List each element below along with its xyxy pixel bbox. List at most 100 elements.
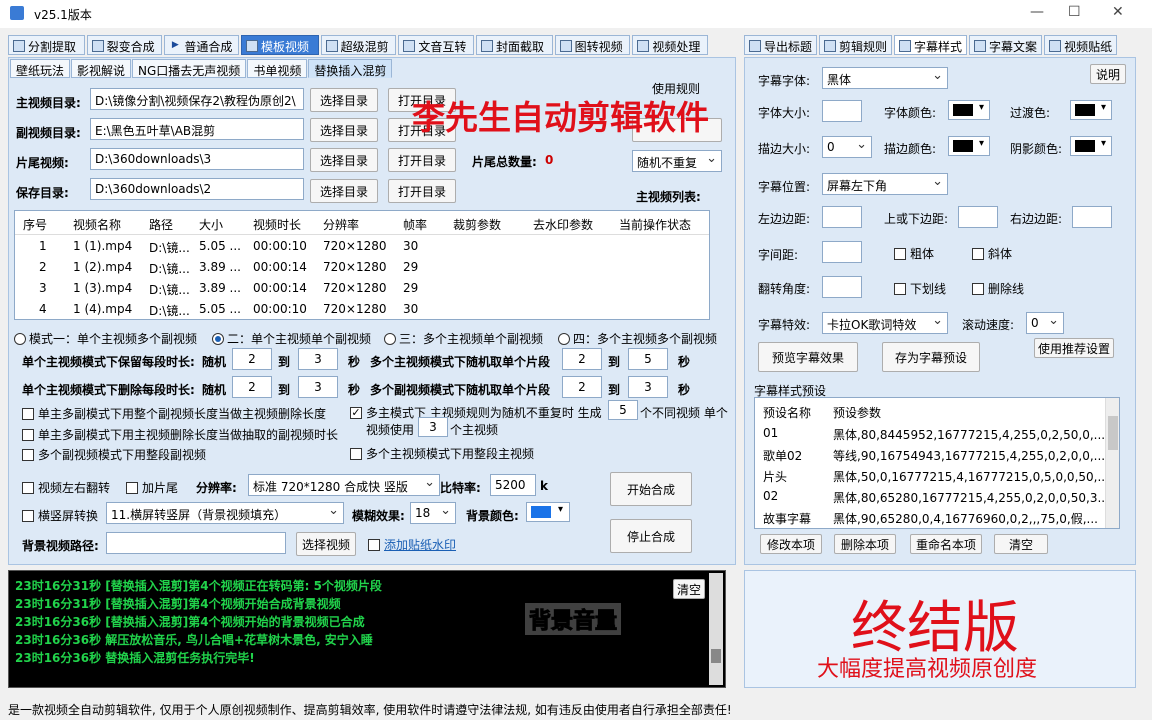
- tab-fission-merge[interactable]: 裂变合成: [86, 35, 163, 55]
- tail-select-dir-button[interactable]: 选择目录: [310, 148, 378, 172]
- col-resolution[interactable]: 分辨率: [323, 216, 359, 233]
- sub-dir-input[interactable]: E:\黑色五叶草\AB混剪: [90, 118, 304, 140]
- maximize-button[interactable]: ☐: [1068, 4, 1081, 20]
- font-select[interactable]: 黑体: [822, 67, 948, 89]
- scroll-thumb[interactable]: [711, 649, 721, 663]
- main-dir-input[interactable]: D:\镜像分割\视频保存2\教程伪原创2\: [90, 88, 304, 110]
- del-max-input[interactable]: 3: [298, 376, 338, 398]
- stop-merge-button[interactable]: 停止合成: [610, 519, 692, 553]
- tab-normal-merge[interactable]: ▶ 普通合成: [164, 35, 239, 55]
- checkbox-bold[interactable]: 粗体: [894, 245, 934, 262]
- table-row[interactable]: 故事字幕 黑体,90,65280,0,4,16776960,0,2,,,75,0,…: [755, 508, 1105, 528]
- save-dir-input[interactable]: D:\360downloads\2: [90, 178, 304, 200]
- col-duration[interactable]: 视频时长: [253, 216, 301, 233]
- tab-subtitle-text[interactable]: 字幕文案: [969, 35, 1043, 55]
- shadow-color-picker[interactable]: ▾: [1070, 136, 1112, 156]
- subtab-ng-silence[interactable]: NG口播去无声视频: [132, 59, 247, 78]
- checkbox-delete-as-sub-duration[interactable]: 单主多副模式下用主视频删除长度当做抽取的副视频时长: [22, 426, 338, 443]
- subtab-wallpaper[interactable]: 壁纸玩法: [10, 59, 71, 78]
- col-name[interactable]: 视频名称: [73, 216, 121, 233]
- save-open-dir-button[interactable]: 打开目录: [388, 179, 456, 203]
- tail-open-dir-button[interactable]: 打开目录: [388, 148, 456, 172]
- select-video-button[interactable]: 选择视频: [296, 532, 356, 556]
- use-recommended-button[interactable]: 使用推荐设置: [1034, 338, 1114, 358]
- use-count-input[interactable]: 3: [418, 417, 448, 437]
- tab-video-process[interactable]: 视频处理: [632, 35, 708, 55]
- table-row[interactable]: 3 1 (3).mp4 D:\镜... 3.89 ... 00:00:14 72…: [15, 279, 709, 300]
- stroke-size-select[interactable]: 0: [822, 136, 872, 158]
- start-merge-button[interactable]: 开始合成: [610, 472, 692, 506]
- tab-cover-capture[interactable]: 封面截取: [476, 35, 553, 55]
- subtab-book-video[interactable]: 书单视频: [247, 59, 308, 78]
- landscape-select[interactable]: 11.横屏转竖屏（背景视频填充）: [106, 502, 344, 524]
- checkbox-underline[interactable]: 下划线: [894, 280, 946, 297]
- col-index[interactable]: 序号: [23, 216, 47, 233]
- ms-min-input[interactable]: 2: [562, 376, 602, 398]
- scroll-thumb[interactable]: [1108, 416, 1118, 450]
- right-margin-input[interactable]: [1072, 206, 1112, 228]
- col-watermark[interactable]: 去水印参数: [533, 216, 593, 233]
- tb-margin-input[interactable]: [958, 206, 998, 228]
- font-color-picker[interactable]: ▾: [948, 100, 990, 120]
- checkbox-watermark[interactable]: 添加贴纸水印: [368, 536, 456, 553]
- tab-text-audio[interactable]: 文音互转: [398, 35, 474, 55]
- mm-max-input[interactable]: 5: [628, 348, 668, 370]
- preview-subtitle-button[interactable]: 预览字幕效果: [758, 342, 858, 372]
- tab-super-mix[interactable]: 超级混剪: [320, 35, 397, 55]
- help-button[interactable]: 说明: [1090, 64, 1126, 84]
- tab-template-video[interactable]: 模板视频: [241, 35, 319, 55]
- col-path[interactable]: 路径: [149, 216, 173, 233]
- position-select[interactable]: 屏幕左下角: [822, 173, 948, 195]
- checkbox-multi-main-random[interactable]: 多主模式下 主视频规则为随机不重复时 生成: [350, 404, 602, 421]
- mode-radio-4[interactable]: 四：多个主视频多个副视频: [558, 330, 717, 347]
- tab-export-title[interactable]: 导出标题: [744, 35, 818, 55]
- ms-max-input[interactable]: 3: [628, 376, 668, 398]
- col-size[interactable]: 大小: [199, 216, 223, 233]
- table-row[interactable]: 01 黑体,80,8445952,16777215,4,255,0,2,50,0,…: [755, 424, 1105, 445]
- table-row[interactable]: 2 1 (2).mp4 D:\镜... 3.89 ... 00:00:14 72…: [15, 258, 709, 279]
- checkbox-whole-main-video[interactable]: 多个主视频模式下用整段主视频: [350, 445, 534, 462]
- table-row[interactable]: 歌单02 等线,90,16754943,16777215,4,255,0,2,0,…: [755, 445, 1105, 466]
- tail-dir-input[interactable]: D:\360downloads\3: [90, 148, 304, 170]
- clear-log-button[interactable]: 清空: [673, 579, 705, 599]
- checkbox-flip[interactable]: 视频左右翻转: [22, 479, 110, 496]
- keep-min-input[interactable]: 2: [232, 348, 272, 370]
- tab-video-sticker[interactable]: 视频贴纸: [1044, 35, 1118, 55]
- blur-select[interactable]: 18: [410, 502, 456, 524]
- tab-image-to-video[interactable]: 图转视频: [554, 35, 631, 55]
- checkbox-italic[interactable]: 斜体: [972, 245, 1012, 262]
- clear-preset-button[interactable]: 清空: [994, 534, 1048, 554]
- save-select-dir-button[interactable]: 选择目录: [310, 179, 378, 203]
- mode-radio-1[interactable]: 模式一：单个主视频多个副视频: [14, 330, 197, 347]
- mode-radio-2[interactable]: 二：单个主视频单个副视频: [212, 330, 371, 347]
- sub-select-dir-button[interactable]: 选择目录: [310, 118, 378, 142]
- spacing-input[interactable]: [822, 241, 862, 263]
- mode-radio-3[interactable]: 三：多个主视频单个副视频: [384, 330, 543, 347]
- checkbox-whole-sub-video[interactable]: 多个副视频模式下用整段副视频: [22, 446, 206, 463]
- col-crop[interactable]: 裁剪参数: [453, 216, 501, 233]
- log-scrollbar[interactable]: [709, 573, 723, 685]
- delete-preset-button[interactable]: 删除本项: [834, 534, 896, 554]
- del-min-input[interactable]: 2: [232, 376, 272, 398]
- tab-split-extract[interactable]: 分割提取: [8, 35, 85, 55]
- mm-min-input[interactable]: 2: [562, 348, 602, 370]
- checkbox-landscape[interactable]: 横竖屏转换: [22, 507, 98, 524]
- table-row[interactable]: 1 1 (1).mp4 D:\镜... 5.05 ... 00:00:10 72…: [15, 237, 709, 258]
- minimize-button[interactable]: —: [1030, 4, 1044, 20]
- generate-count-input[interactable]: 5: [608, 400, 638, 420]
- bg-color-picker[interactable]: ▾: [526, 502, 570, 522]
- tab-edit-rules[interactable]: 剪辑规则: [819, 35, 893, 55]
- table-row[interactable]: 4 1 (4).mp4 D:\镜... 5.05 ... 00:00:10 72…: [15, 300, 709, 319]
- col-fps[interactable]: 帧率: [403, 216, 427, 233]
- edit-preset-button[interactable]: 修改本项: [760, 534, 822, 554]
- table-row[interactable]: 02 黑体,80,65280,16777215,4,255,0,2,0,0,50,…: [755, 487, 1109, 508]
- checkbox-strikethrough[interactable]: 删除线: [972, 280, 1024, 297]
- bg-path-input[interactable]: [106, 532, 286, 554]
- tab-subtitle-style[interactable]: 字幕样式: [894, 35, 968, 55]
- scroll-speed-select[interactable]: 0: [1026, 312, 1064, 334]
- close-button[interactable]: ✕: [1112, 4, 1124, 20]
- subtab-replace-insert-mix[interactable]: 替换插入混剪: [308, 59, 393, 78]
- rename-preset-button[interactable]: 重命名本项: [910, 534, 982, 554]
- rotate-input[interactable]: [822, 276, 862, 298]
- stroke-color-picker[interactable]: ▾: [948, 136, 990, 156]
